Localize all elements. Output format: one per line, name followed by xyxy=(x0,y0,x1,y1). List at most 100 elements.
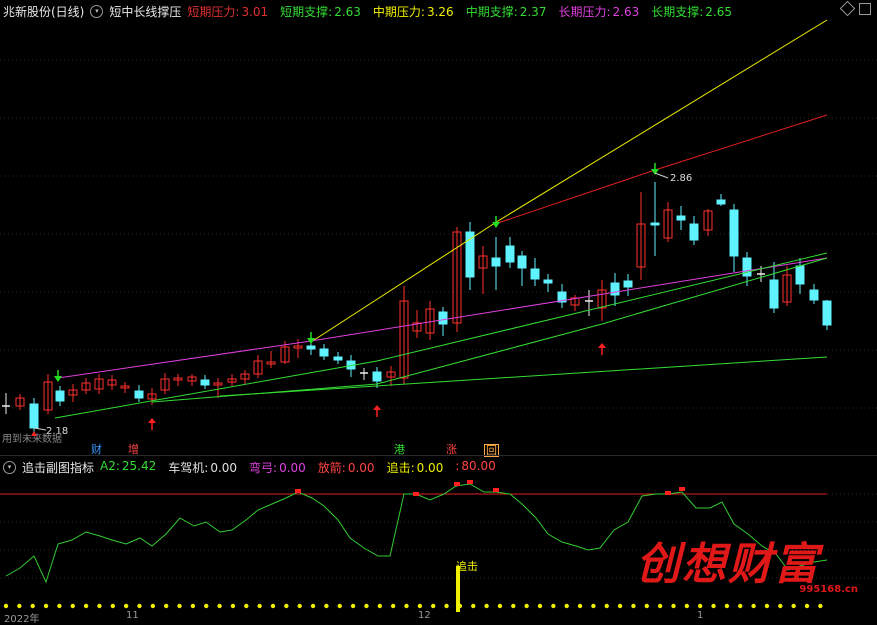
sub-indicator-value: 80.00 xyxy=(461,458,496,473)
candlestick xyxy=(200,375,210,389)
candle-body xyxy=(729,209,739,257)
sub-indicator-label: A2: xyxy=(100,458,120,473)
x-axis: 2022年 11 12 1 xyxy=(0,608,877,625)
candle-body xyxy=(650,222,660,226)
sub-indicator-value: 0.00 xyxy=(210,460,238,475)
watermark-text: 创想财富 xyxy=(636,539,820,590)
sub-indicator-value: 25.42 xyxy=(121,458,157,473)
candle-body xyxy=(716,199,726,205)
watermark-logo: 创想财富 995168.cn xyxy=(636,528,858,598)
peak-marker xyxy=(295,489,301,493)
sub-indicator-item: A2: 25.42 xyxy=(100,459,162,476)
candle-body xyxy=(134,390,144,399)
x-label-dec: 12 xyxy=(418,610,431,621)
main-indicator-item: 中期压力: 3.26 xyxy=(373,3,460,20)
candlestick xyxy=(543,274,553,292)
sub-indicator-label: 追击: xyxy=(386,460,415,475)
main-indicator-value: 2.63 xyxy=(612,4,640,19)
candle-body xyxy=(530,268,540,280)
candle-body xyxy=(372,371,382,382)
sub-indicator-item: 车驾机: 0.00 xyxy=(168,459,243,476)
candlestick xyxy=(505,237,515,268)
buy-signal-arrow-icon xyxy=(373,405,381,417)
candlestick xyxy=(623,274,633,296)
main-indicator-item: 长期压力: 2.63 xyxy=(558,3,645,20)
main-indicator-item: 中期支撑: 2.37 xyxy=(466,3,553,20)
sub-indicator-values: A2: 25.42 车驾机: 0.00 弯弓: 0.00 放箭: 0.00 追击: 0.00:80… xyxy=(100,459,508,476)
sell-signal-arrow-icon xyxy=(307,332,315,344)
candlestick xyxy=(809,284,819,304)
candlestick xyxy=(517,251,527,286)
indicator-name[interactable]: 短中长线撑压 xyxy=(109,3,181,20)
sub-indicator-toggle-icon[interactable]: ▾ xyxy=(3,460,16,474)
peak-marker xyxy=(493,488,499,492)
candle-body xyxy=(333,356,343,361)
candlestick xyxy=(43,374,53,414)
candlestick xyxy=(491,237,501,290)
candlestick xyxy=(293,339,303,358)
candlestick xyxy=(55,386,65,406)
main-indicator-value: 2.37 xyxy=(519,4,547,19)
main-indicator-label: 中期压力: xyxy=(372,4,425,19)
watermark-url: 995168.cn xyxy=(799,584,858,595)
mid-term-support-line xyxy=(151,257,828,403)
candle-body xyxy=(795,265,805,285)
main-indicator-label: 长期压力: xyxy=(558,4,611,19)
candlestick xyxy=(386,366,396,386)
main-indicator-label: 短期支撑: xyxy=(280,4,333,19)
candlestick xyxy=(213,378,223,398)
candlestick xyxy=(570,295,580,311)
sell-signal-arrow-icon xyxy=(492,216,500,228)
diamond-icon[interactable] xyxy=(839,0,856,17)
main-indicator-value: 2.63 xyxy=(334,4,361,19)
sub-indicator-label: : xyxy=(455,458,460,473)
expand-icon[interactable] xyxy=(859,3,871,15)
sub-indicator-item: 放箭: 0.00 xyxy=(318,459,381,476)
candlestick xyxy=(266,351,276,368)
main-indicator-item: 短期压力: 3.01 xyxy=(187,3,274,20)
candlestick xyxy=(240,370,250,384)
candle-body xyxy=(822,300,832,326)
peak-marker xyxy=(679,487,685,491)
sub-indicator-label: 放箭: xyxy=(317,460,346,475)
candle-body xyxy=(517,255,527,269)
candle-body xyxy=(29,403,39,429)
sub-indicator-name[interactable]: 追击副图指标 xyxy=(22,459,94,476)
candle-body xyxy=(610,282,620,296)
candlestick xyxy=(173,374,183,386)
candle-body xyxy=(438,311,448,325)
candlestick xyxy=(465,222,475,290)
buy-signal-arrow-icon xyxy=(148,418,156,430)
main-price-chart[interactable]: 2.862.18用到未来数据 xyxy=(0,18,877,456)
candle-body xyxy=(809,289,819,301)
peak-marker xyxy=(413,492,419,496)
chase-label: 追击 xyxy=(456,559,478,573)
candlestick xyxy=(822,300,832,330)
main-indicator-value: 3.26 xyxy=(426,4,454,19)
window-controls xyxy=(839,0,871,17)
indicator-toggle-icon[interactable]: ▾ xyxy=(90,4,104,18)
candlestick xyxy=(253,355,263,378)
candlestick xyxy=(650,182,660,256)
candlestick xyxy=(703,209,713,236)
candlestick xyxy=(636,192,646,280)
long-term-support-line xyxy=(219,356,828,397)
candlestick xyxy=(372,367,382,388)
candle-body xyxy=(319,348,329,357)
main-indicator-item: 短期支撑: 2.63 xyxy=(280,3,367,20)
candle-body xyxy=(769,279,779,309)
candlestick xyxy=(399,286,409,384)
candlestick xyxy=(425,301,435,340)
candle-body xyxy=(200,379,210,386)
indicator-values: 短期压力: 3.01 短期支撑: 2.63 中期压力: 3.26 中期支撑: 2.37 长期压力… xyxy=(187,3,744,20)
main-indicator-label: 中期支撑: xyxy=(465,4,518,19)
candlestick xyxy=(319,344,329,360)
candle-body xyxy=(676,215,686,221)
candlestick xyxy=(557,284,567,308)
high-price-label: 2.86 xyxy=(670,173,692,184)
peak-marker xyxy=(665,491,671,495)
sub-indicator-item: 追击: 0.00 xyxy=(387,459,450,476)
sub-indicator-item: :80.00 xyxy=(455,459,501,476)
sell-signal-arrow-icon xyxy=(54,370,62,382)
candlestick xyxy=(663,202,673,242)
